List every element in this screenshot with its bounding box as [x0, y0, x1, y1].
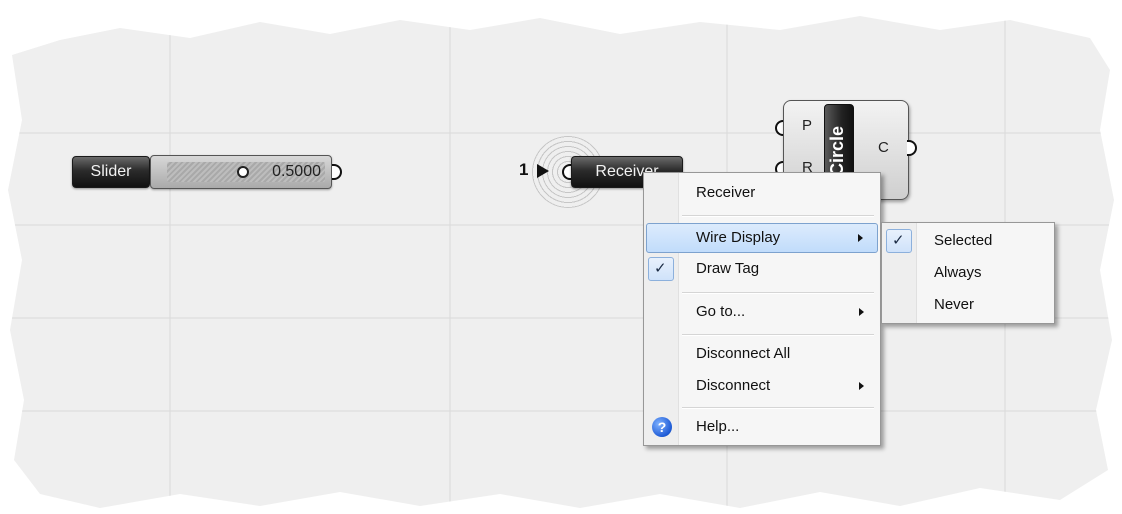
submenu-item-always[interactable]: Always: [884, 259, 1052, 287]
menu-separator: [682, 334, 874, 336]
menu-header-receiver[interactable]: Receiver: [646, 179, 878, 207]
menu-separator: [682, 292, 874, 294]
menu-separator: [682, 407, 874, 409]
checkmark-icon: [648, 257, 674, 281]
receiver-context-menu: Receiver Wire Display Draw Tag Go to... …: [643, 172, 881, 446]
slider-grip[interactable]: [237, 166, 249, 178]
receiver-tag-number: 1: [519, 160, 529, 179]
submenu-item-selected[interactable]: Selected: [884, 227, 1052, 255]
menu-item-go-to[interactable]: Go to...: [646, 298, 878, 326]
circle-output-c: C: [878, 139, 889, 156]
submenu-arrow-icon: [859, 308, 864, 316]
help-icon: ?: [652, 417, 672, 437]
wire-display-submenu: Selected Always Never: [881, 222, 1055, 324]
menu-item-disconnect[interactable]: Disconnect: [646, 372, 878, 400]
menu-item-help[interactable]: ? Help...: [646, 413, 878, 441]
tag-arrow-icon: [537, 164, 549, 178]
menu-item-draw-tag[interactable]: Draw Tag: [646, 255, 878, 283]
menu-separator: [682, 215, 874, 217]
slider-label[interactable]: Slider: [72, 156, 150, 188]
slider-value: 0.5000: [272, 163, 321, 180]
circle-input-p: P: [802, 117, 813, 134]
submenu-arrow-icon: [859, 382, 864, 390]
submenu-item-never[interactable]: Never: [884, 291, 1052, 319]
checkmark-icon: [886, 229, 912, 253]
number-slider[interactable]: 0.5000: [150, 155, 332, 189]
menu-item-disconnect-all[interactable]: Disconnect All: [646, 340, 878, 368]
submenu-arrow-icon: [858, 234, 863, 242]
menu-item-wire-display[interactable]: Wire Display: [646, 223, 878, 253]
